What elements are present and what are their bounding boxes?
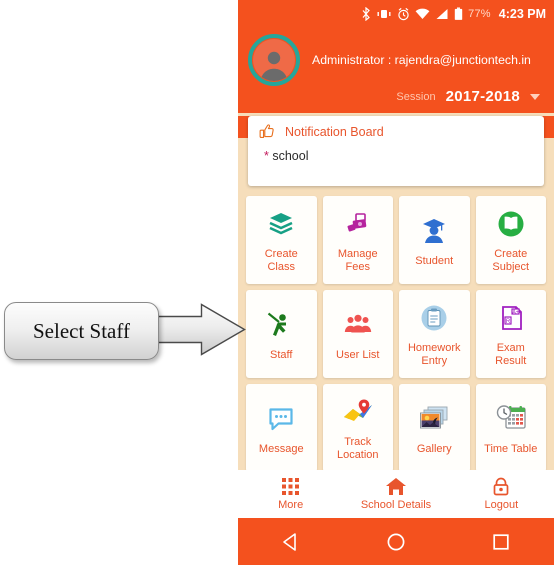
home-icon bbox=[385, 478, 406, 495]
tile-label-line1: User List bbox=[336, 348, 380, 361]
tile-label: User List bbox=[336, 349, 379, 362]
tile-time-table[interactable]: Time Table bbox=[475, 384, 546, 472]
notification-bullet: * bbox=[264, 149, 269, 163]
bluetooth-icon bbox=[361, 7, 371, 21]
tile-label-line1: Track bbox=[344, 436, 372, 449]
book-circle-icon bbox=[496, 206, 526, 242]
tile-create-subject[interactable]: Create Subject bbox=[475, 196, 546, 284]
admin-email-label: Administrator : rajendra@junctiontech.in bbox=[312, 53, 531, 67]
signal-icon bbox=[435, 7, 449, 21]
android-nav-bar bbox=[238, 518, 554, 565]
tile-track-location[interactable]: Track Location bbox=[322, 384, 393, 472]
tile-label: Student bbox=[415, 255, 453, 268]
avatar[interactable] bbox=[248, 34, 300, 86]
user-avatar-icon bbox=[260, 51, 288, 81]
tile-label-line1: Manage bbox=[337, 248, 378, 261]
tile-label-line2: Location bbox=[336, 449, 379, 461]
tile-label: Message bbox=[259, 443, 304, 456]
speech-bubble-icon bbox=[266, 401, 296, 437]
notification-item-text: school bbox=[272, 149, 309, 163]
session-label: Session bbox=[396, 90, 436, 103]
bottom-nav-logout[interactable]: Logout bbox=[449, 477, 554, 511]
tile-label: Manage Fees bbox=[338, 248, 378, 273]
tile-label: Track Location bbox=[337, 436, 379, 461]
battery-icon bbox=[454, 7, 463, 21]
annotation-arrow bbox=[150, 303, 246, 356]
exam-paper-icon: A+ R bbox=[496, 300, 526, 336]
bottom-navigation: More School Details Logout bbox=[238, 470, 554, 518]
feature-grid: Create Class Manage Fees Student Create … bbox=[238, 186, 554, 478]
teacher-pointer-icon bbox=[266, 307, 296, 343]
tile-user-list[interactable]: User List bbox=[322, 290, 393, 378]
alarm-icon bbox=[397, 7, 410, 21]
battery-percent: 77% bbox=[468, 8, 491, 20]
layers-icon bbox=[266, 206, 296, 242]
tile-label: Time Table bbox=[484, 443, 537, 456]
tile-label-line1: Create bbox=[494, 248, 528, 261]
square-recents-icon[interactable] bbox=[491, 532, 511, 552]
status-clock: 4:23 PM bbox=[498, 7, 546, 21]
tile-label: Create Subject bbox=[492, 248, 529, 273]
tile-label: Gallery bbox=[417, 443, 452, 456]
tile-label-line1: Gallery bbox=[416, 442, 452, 455]
tile-label-line1: Create bbox=[264, 248, 298, 261]
tile-label-line2: Fees bbox=[345, 261, 370, 273]
annotation-label: Select Staff bbox=[32, 318, 130, 343]
tile-label: Exam Result bbox=[495, 342, 526, 367]
thumbs-up-icon bbox=[259, 124, 274, 139]
screenshot-root: Select Staff 77% 4:23 PM Administrator:… bbox=[0, 0, 554, 565]
tile-label-line1: Exam bbox=[496, 342, 525, 355]
bottom-nav-label: School Details bbox=[360, 499, 432, 511]
lock-icon bbox=[493, 477, 509, 496]
notification-board-title: Notification Board bbox=[285, 124, 384, 139]
app-header: Administrator : rajendra@junctiontech.in… bbox=[238, 28, 554, 113]
tile-label-line1: Time Table bbox=[484, 442, 538, 455]
phone-screen: 77% 4:23 PM Administrator : rajendra@jun… bbox=[238, 0, 554, 565]
tile-label-line1: Student bbox=[415, 254, 454, 267]
graduate-student-icon bbox=[419, 213, 449, 249]
bottom-nav-more[interactable]: More bbox=[238, 477, 343, 511]
tile-message[interactable]: Message bbox=[246, 384, 317, 472]
tile-gallery[interactable]: Gallery bbox=[399, 384, 470, 472]
status-bar: 77% 4:23 PM bbox=[238, 0, 554, 28]
money-icon bbox=[343, 206, 373, 242]
circle-home-icon[interactable] bbox=[386, 532, 406, 552]
clock-calendar-icon bbox=[495, 401, 527, 437]
tile-homework-entry[interactable]: Homework Entry bbox=[399, 290, 470, 378]
tile-label-line2: Subject bbox=[492, 261, 530, 273]
tile-label-line1: Message bbox=[258, 442, 304, 455]
grid-apps-icon bbox=[282, 478, 300, 495]
tile-label: Staff bbox=[270, 349, 292, 362]
clipboard-circle-icon bbox=[419, 300, 449, 336]
notification-section: Notification Board * school bbox=[238, 116, 554, 186]
svg-text:A+: A+ bbox=[512, 310, 518, 316]
tile-label: Create Class bbox=[265, 248, 298, 273]
tile-student[interactable]: Student bbox=[399, 196, 470, 284]
bottom-nav-school-details[interactable]: School Details bbox=[343, 477, 448, 511]
bottom-nav-label: Logout bbox=[484, 499, 519, 511]
notification-item: * school bbox=[258, 149, 534, 163]
annotation-callout: Select Staff bbox=[4, 302, 159, 360]
wifi-icon bbox=[415, 7, 430, 21]
tile-label-line2: Class bbox=[267, 261, 295, 273]
svg-text:R: R bbox=[506, 319, 511, 325]
vibrate-icon bbox=[376, 7, 392, 21]
session-value[interactable]: 2017-2018 bbox=[446, 88, 520, 105]
notification-board-card[interactable]: Notification Board * school bbox=[248, 116, 544, 186]
map-pin-icon bbox=[342, 394, 374, 430]
people-group-icon bbox=[343, 307, 373, 343]
photo-stack-icon bbox=[418, 401, 450, 437]
tile-manage-fees[interactable]: Manage Fees bbox=[322, 196, 393, 284]
tile-label-line1: Homework bbox=[407, 342, 461, 355]
tile-label-line2: Result bbox=[495, 355, 527, 367]
tile-label: Homework Entry bbox=[408, 342, 461, 367]
triangle-back-icon[interactable] bbox=[281, 532, 301, 552]
tile-create-class[interactable]: Create Class bbox=[246, 196, 317, 284]
bottom-nav-label: More bbox=[278, 499, 304, 511]
tile-label-line2: Entry bbox=[421, 355, 448, 367]
chevron-down-icon[interactable] bbox=[530, 93, 540, 100]
tile-exam-result[interactable]: A+ R Exam Result bbox=[475, 290, 546, 378]
tile-label-line1: Staff bbox=[270, 348, 293, 361]
tile-staff[interactable]: Staff bbox=[246, 290, 317, 378]
